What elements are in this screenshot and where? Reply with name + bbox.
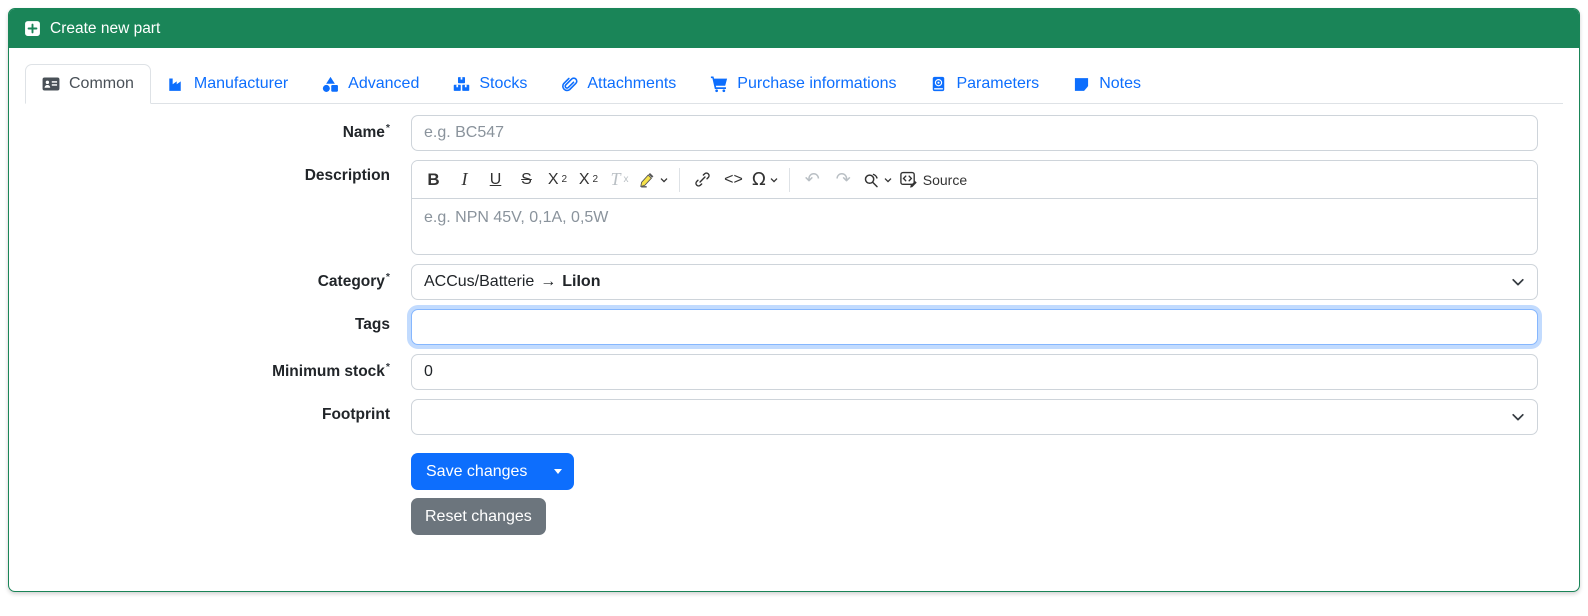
tab-label: Manufacturer [193,75,289,92]
tab-parameters[interactable]: Parameters [913,64,1056,104]
tab-label: Common [69,75,134,92]
tags-label: Tags [354,316,390,333]
strikethrough-button[interactable]: S [511,165,542,195]
find-replace-icon [862,171,880,189]
link-icon [694,171,711,188]
subscript-button[interactable]: X2 [542,165,573,195]
redo-button[interactable]: ↷ [828,165,859,195]
name-input[interactable] [411,115,1538,151]
tab-notes[interactable]: Notes [1056,64,1158,104]
category-value: ACCus/Batterie → LiIon [424,273,601,290]
link-button[interactable] [687,165,718,195]
tab-bar: Common Manufacturer Advanced Stocks Atta… [25,64,1563,104]
card-header: Create new part [9,9,1579,48]
footprint-select[interactable] [411,399,1538,435]
category-label: Category* [317,271,390,291]
tab-label: Advanced [348,75,420,92]
create-part-form: Name* Description B I U [25,115,1563,535]
required-asterisk: * [385,122,390,134]
required-asterisk: * [385,271,390,283]
name-label: Name* [342,122,390,142]
italic-button[interactable]: I [449,165,480,195]
reset-changes-button[interactable]: Reset changes [411,498,546,535]
remove-format-button[interactable]: Tx [604,165,635,195]
editor-toolbar: B I U S X2 X2 Tx <> Ω ↶ ↷ Source [412,161,1537,199]
chevron-down-icon [1511,275,1525,289]
minimum-stock-label: Minimum stock* [272,361,390,381]
chevron-down-icon [1511,410,1525,424]
tab-advanced[interactable]: Advanced [305,64,436,104]
marker-pen-icon [638,171,656,189]
tab-manufacturer[interactable]: Manufacturer [151,64,305,104]
tags-input[interactable] [411,309,1538,345]
name-row: Name* [25,115,1563,151]
toolbar-separator [679,167,680,192]
card-body: Common Manufacturer Advanced Stocks Atta… [9,48,1579,560]
description-editor: B I U S X2 X2 Tx <> Ω ↶ ↷ Source e.g. NP… [411,160,1538,255]
tab-label: Stocks [479,75,528,92]
source-code-icon [899,170,918,189]
footprint-row: Footprint [25,399,1563,435]
footprint-label: Footprint [321,406,390,423]
highlight-button[interactable] [635,165,672,195]
required-asterisk: * [385,361,390,373]
id-card-icon [42,75,60,93]
description-input[interactable]: e.g. NPN 45V, 0,1A, 0,5W [412,199,1537,254]
save-button-group: Save changes [411,453,575,490]
underline-button[interactable]: U [480,165,511,195]
create-part-card: Create new part Common Manufacturer Adva… [8,8,1580,592]
save-dropdown-toggle[interactable] [542,453,575,490]
paperclip-icon [561,76,578,93]
chevron-down-icon [769,175,779,185]
factory-icon [168,76,185,93]
tab-stocks[interactable]: Stocks [436,64,544,104]
category-select[interactable]: ACCus/Batterie → LiIon [411,264,1538,300]
category-row: Category* ACCus/Batterie → LiIon [25,264,1563,300]
find-replace-button[interactable] [859,165,896,195]
code-button[interactable]: <> [718,165,749,195]
source-button[interactable]: Source [896,165,970,195]
caret-down-icon [554,469,563,474]
tab-common[interactable]: Common [25,64,151,104]
book-icon [930,76,947,93]
tab-purchase-informations[interactable]: Purchase informations [693,64,913,104]
undo-button[interactable]: ↶ [797,165,828,195]
sticky-note-icon [1073,76,1090,93]
boxes-icon [453,76,470,93]
minimum-stock-row: Minimum stock* [25,354,1563,390]
chevron-down-icon [883,175,893,185]
superscript-button[interactable]: X2 [573,165,604,195]
bold-button[interactable]: B [418,165,449,195]
tab-attachments[interactable]: Attachments [544,64,693,104]
plus-square-icon [24,20,41,37]
shapes-icon [322,76,339,93]
tab-label: Notes [1099,75,1141,92]
tab-label: Parameters [956,75,1040,92]
description-row: Description B I U S X2 X2 Tx <> Ω ↶ ↷ So… [25,160,1563,255]
actions-row: Save changes Reset changes [25,453,1563,535]
tags-row: Tags [25,309,1563,345]
minimum-stock-input[interactable] [411,354,1538,390]
tab-label: Attachments [587,75,677,92]
toolbar-separator [788,167,790,192]
description-label: Description [304,167,390,184]
page-title: Create new part [50,19,161,37]
special-characters-button[interactable]: Ω [749,165,782,195]
cart-icon [710,75,728,93]
chevron-down-icon [659,175,669,185]
tab-label: Purchase informations [737,75,897,92]
save-changes-button[interactable]: Save changes [411,453,543,490]
